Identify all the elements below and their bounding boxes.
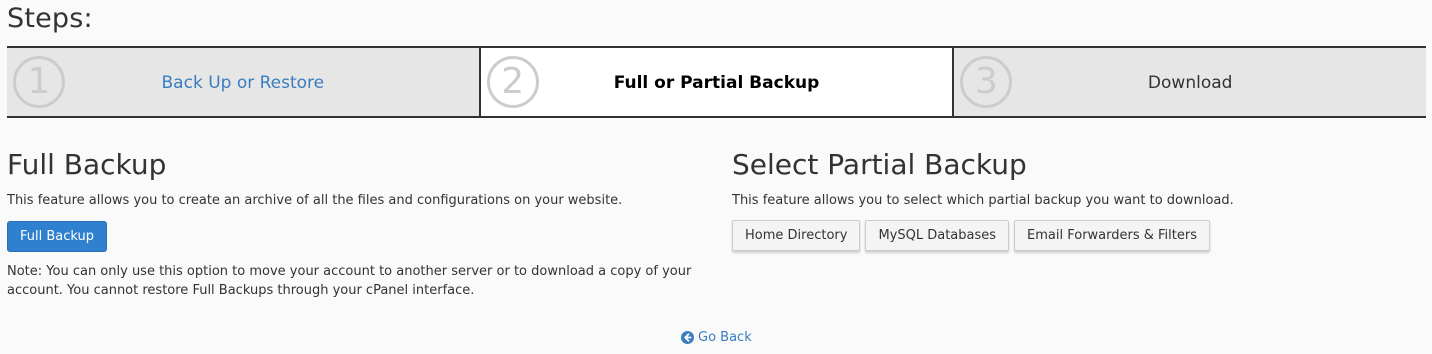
step-download: 3 Download: [952, 48, 1427, 116]
step-label-download: Download: [1147, 73, 1233, 93]
partial-backup-button-group: Home Directory MySQL Databases Email For…: [732, 220, 1422, 251]
home-directory-button[interactable]: Home Directory: [732, 220, 861, 251]
step-full-or-partial-backup: 2 Full or Partial Backup: [478, 48, 953, 116]
full-backup-description: This feature allows you to create an arc…: [7, 193, 623, 208]
backup-wizard-page: Steps: 1 Back Up or Restore 2 Full or Pa…: [0, 0, 1432, 354]
partial-backup-section: Select Partial Backup This feature allow…: [732, 148, 1422, 251]
partial-backup-description: This feature allows you to select which …: [732, 193, 1234, 208]
full-backup-button[interactable]: Full Backup: [7, 221, 108, 252]
steps-title: Steps:: [7, 3, 93, 34]
go-back-label: Go Back: [698, 330, 752, 345]
email-forwarders-filters-button[interactable]: Email Forwarders & Filters: [1014, 220, 1210, 251]
step-back-up-or-restore[interactable]: 1 Back Up or Restore: [7, 48, 479, 116]
full-backup-note: Note: You can only use this option to mo…: [7, 264, 692, 298]
step-label-current: Full or Partial Backup: [613, 73, 820, 93]
steps-progress-bar: 1 Back Up or Restore 2 Full or Partial B…: [7, 46, 1427, 118]
go-back-link[interactable]: Go Back: [681, 330, 752, 345]
full-backup-section: Full Backup This feature allows you to c…: [7, 148, 707, 300]
arrow-circle-left-icon: [681, 331, 694, 344]
step-link-back-up-or-restore[interactable]: Back Up or Restore: [7, 48, 479, 116]
full-backup-heading: Full Backup: [7, 148, 167, 181]
mysql-databases-button[interactable]: MySQL Databases: [865, 220, 1010, 251]
partial-backup-heading: Select Partial Backup: [732, 148, 1027, 181]
